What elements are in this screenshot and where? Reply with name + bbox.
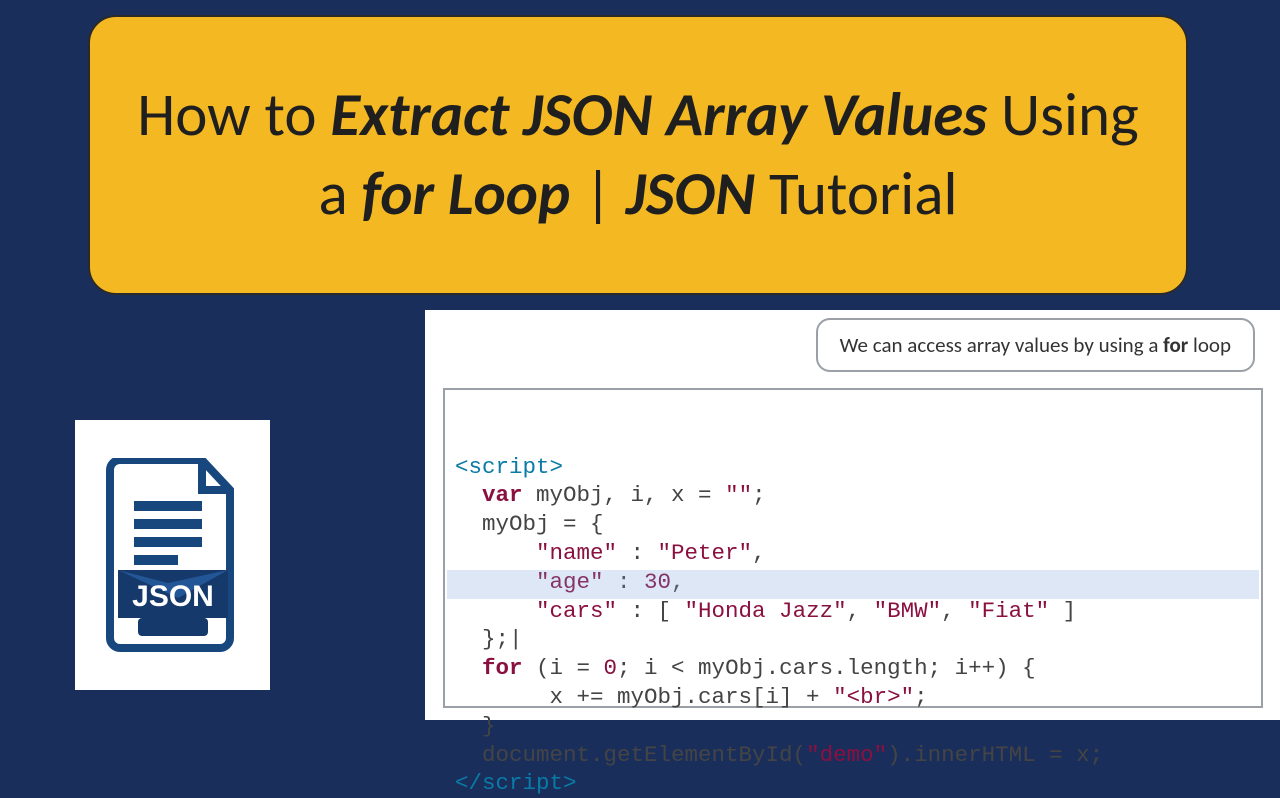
code-snippet: <script> var myObj, i, x = ""; myObj = {… — [443, 388, 1263, 708]
code-l11a: document.getElementById( — [455, 742, 806, 768]
code-l12: </script> — [455, 770, 577, 796]
code-l3: myObj = { — [455, 511, 604, 537]
code-l7: };| — [455, 626, 523, 652]
json-file-icon: JSON — [75, 420, 270, 690]
title-seg-4: for Loop — [362, 157, 571, 231]
code-l4b: : — [617, 540, 658, 566]
code-l6h: ] — [1049, 598, 1076, 624]
code-l4a: "name" — [455, 540, 617, 566]
code-l5d: , — [671, 569, 685, 595]
title-text: How to Extract JSON Array Values Using a… — [135, 76, 1141, 235]
title-seg-7: Tutorial — [755, 157, 957, 231]
code-l6e: "BMW" — [874, 598, 942, 624]
code-l8b: (i = — [523, 655, 604, 681]
code-l6b: : [ — [617, 598, 685, 624]
callout-post: loop — [1188, 332, 1231, 358]
title-seg-2: Extract JSON Array Values — [330, 78, 987, 152]
code-l8d: ; i < myObj.cars.length; i++) { — [617, 655, 1036, 681]
code-card: We can access array values by using a fo… — [425, 310, 1280, 720]
code-l2b: myObj, i, x = — [523, 482, 726, 508]
code-l8c: 0 — [604, 655, 618, 681]
callout-bold: for — [1163, 332, 1188, 358]
code-l4c: "Peter" — [658, 540, 753, 566]
code-l5c: 30 — [644, 569, 671, 595]
callout-bubble: We can access array values by using a fo… — [816, 318, 1255, 372]
code-l1: <script> — [455, 454, 563, 480]
code-l6c: "Honda Jazz" — [685, 598, 847, 624]
title-seg-6: JSON — [626, 157, 755, 231]
code-l11b: "demo" — [806, 742, 887, 768]
code-l6a: "cars" — [455, 598, 617, 624]
code-l9a: x += myObj.cars[i] + — [455, 684, 833, 710]
json-icon-label: JSON — [132, 580, 214, 613]
code-l9c: ; — [914, 684, 928, 710]
code-l5b: : — [604, 569, 645, 595]
code-l2d: ; — [752, 482, 766, 508]
code-l2c: "" — [725, 482, 752, 508]
code-l11c: ).innerHTML = x; — [887, 742, 1103, 768]
code-l6d: , — [847, 598, 874, 624]
code-l6f: , — [941, 598, 968, 624]
title-seg-1: How to — [137, 78, 330, 152]
code-l6g: "Fiat" — [968, 598, 1049, 624]
title-seg-5: | — [570, 157, 626, 231]
code-l4d: , — [752, 540, 766, 566]
callout-pre: We can access array values by using a — [840, 332, 1164, 358]
code-l10: } — [455, 713, 496, 739]
code-l9b: "<br>" — [833, 684, 914, 710]
title-panel: How to Extract JSON Array Values Using a… — [88, 15, 1188, 295]
code-l5a: "age" — [455, 569, 604, 595]
code-l2a: var — [455, 482, 523, 508]
code-l8a: for — [455, 655, 523, 681]
